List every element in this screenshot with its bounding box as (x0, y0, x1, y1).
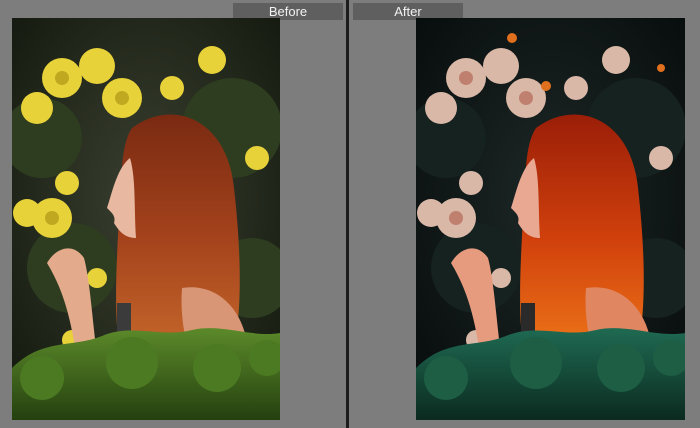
before-pane: Before (0, 0, 347, 428)
after-photo-image (416, 18, 685, 420)
after-pane: After (349, 0, 700, 428)
before-photo-image (12, 18, 280, 420)
before-photo (12, 18, 280, 420)
after-photo (416, 18, 685, 420)
